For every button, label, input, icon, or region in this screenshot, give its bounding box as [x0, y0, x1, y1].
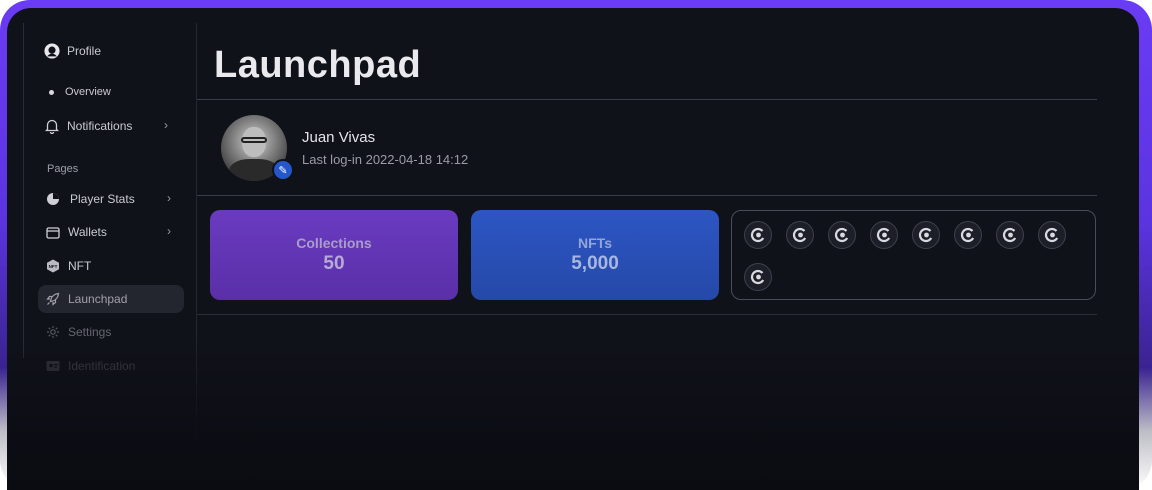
coin-icon[interactable]	[786, 221, 814, 249]
chevron-right-icon[interactable]: ›	[164, 118, 168, 132]
wallet-icon	[45, 224, 61, 240]
coin-icon[interactable]	[744, 263, 772, 291]
sidebar-item-label: Profile	[67, 44, 102, 58]
divider	[197, 99, 1097, 100]
coin-icon[interactable]	[744, 221, 772, 249]
stat-value: 50	[323, 253, 345, 274]
app-window: Profile Overview Notifications › Pages P…	[7, 8, 1139, 490]
coin-icon[interactable]	[870, 221, 898, 249]
sidebar-item-player-stats[interactable]: Player Stats	[45, 191, 135, 207]
stat-label: Collections	[296, 235, 372, 251]
pie-chart-icon	[45, 191, 61, 207]
chevron-right-icon[interactable]: ›	[167, 224, 171, 238]
sidebar-item-label: NFT	[68, 259, 92, 273]
coin-icon[interactable]	[828, 221, 856, 249]
svg-text:NFT: NFT	[49, 264, 58, 269]
chevron-right-icon[interactable]: ›	[167, 191, 171, 205]
gear-icon	[45, 324, 61, 340]
sidebar-item-label: Identification	[68, 359, 136, 373]
stat-value: 5,000	[571, 253, 619, 274]
nft-icon: NFT	[45, 258, 61, 274]
sidebar-item-identification[interactable]: Identification	[45, 358, 135, 374]
bullet-icon	[49, 89, 54, 95]
sidebar-item-nft[interactable]: NFT NFT	[45, 258, 91, 274]
sidebar-item-wallets[interactable]: Wallets	[45, 224, 107, 240]
profile-icon	[44, 43, 60, 59]
id-card-icon	[45, 358, 61, 374]
sidebar-rail	[23, 23, 24, 358]
sidebar-divider	[196, 23, 197, 443]
sidebar-item-label: Notifications	[67, 119, 133, 133]
sidebar-item-label: Overview	[65, 86, 111, 98]
sidebar-item-label: Launchpad	[68, 292, 128, 306]
sidebar-item-label: Player Stats	[70, 192, 135, 206]
page-title: Launchpad	[214, 44, 422, 86]
bell-icon	[44, 118, 60, 134]
collections-card[interactable]: Collections 50	[210, 210, 458, 300]
last-login: Last log-in 2022-04-18 14:12	[302, 152, 469, 167]
sidebar-item-notifications[interactable]: Notifications	[44, 118, 132, 134]
sidebar-item-launchpad[interactable]: Launchpad	[45, 291, 127, 307]
coin-icon[interactable]	[912, 221, 940, 249]
sidebar-item-profile[interactable]: Profile	[44, 43, 101, 59]
sidebar-item-label: Wallets	[68, 225, 107, 239]
bottom-fade	[7, 340, 1139, 490]
coin-icon[interactable]	[1038, 221, 1066, 249]
rocket-icon	[45, 291, 61, 307]
sidebar-item-settings[interactable]: Settings	[45, 324, 111, 340]
edit-pencil-icon[interactable]: ✎	[272, 159, 294, 181]
sidebar-item-label: Settings	[68, 325, 112, 339]
token-grid	[731, 210, 1096, 300]
sidebar-section-label: Pages	[47, 163, 79, 175]
divider	[197, 314, 1097, 315]
nfts-card[interactable]: NFTs 5,000	[471, 210, 719, 300]
coin-icon[interactable]	[954, 221, 982, 249]
stat-label: NFTs	[578, 235, 612, 251]
user-name: Juan Vivas	[302, 129, 376, 146]
coin-icon[interactable]	[996, 221, 1024, 249]
sidebar-item-overview[interactable]: Overview	[45, 86, 111, 98]
divider	[197, 195, 1097, 196]
